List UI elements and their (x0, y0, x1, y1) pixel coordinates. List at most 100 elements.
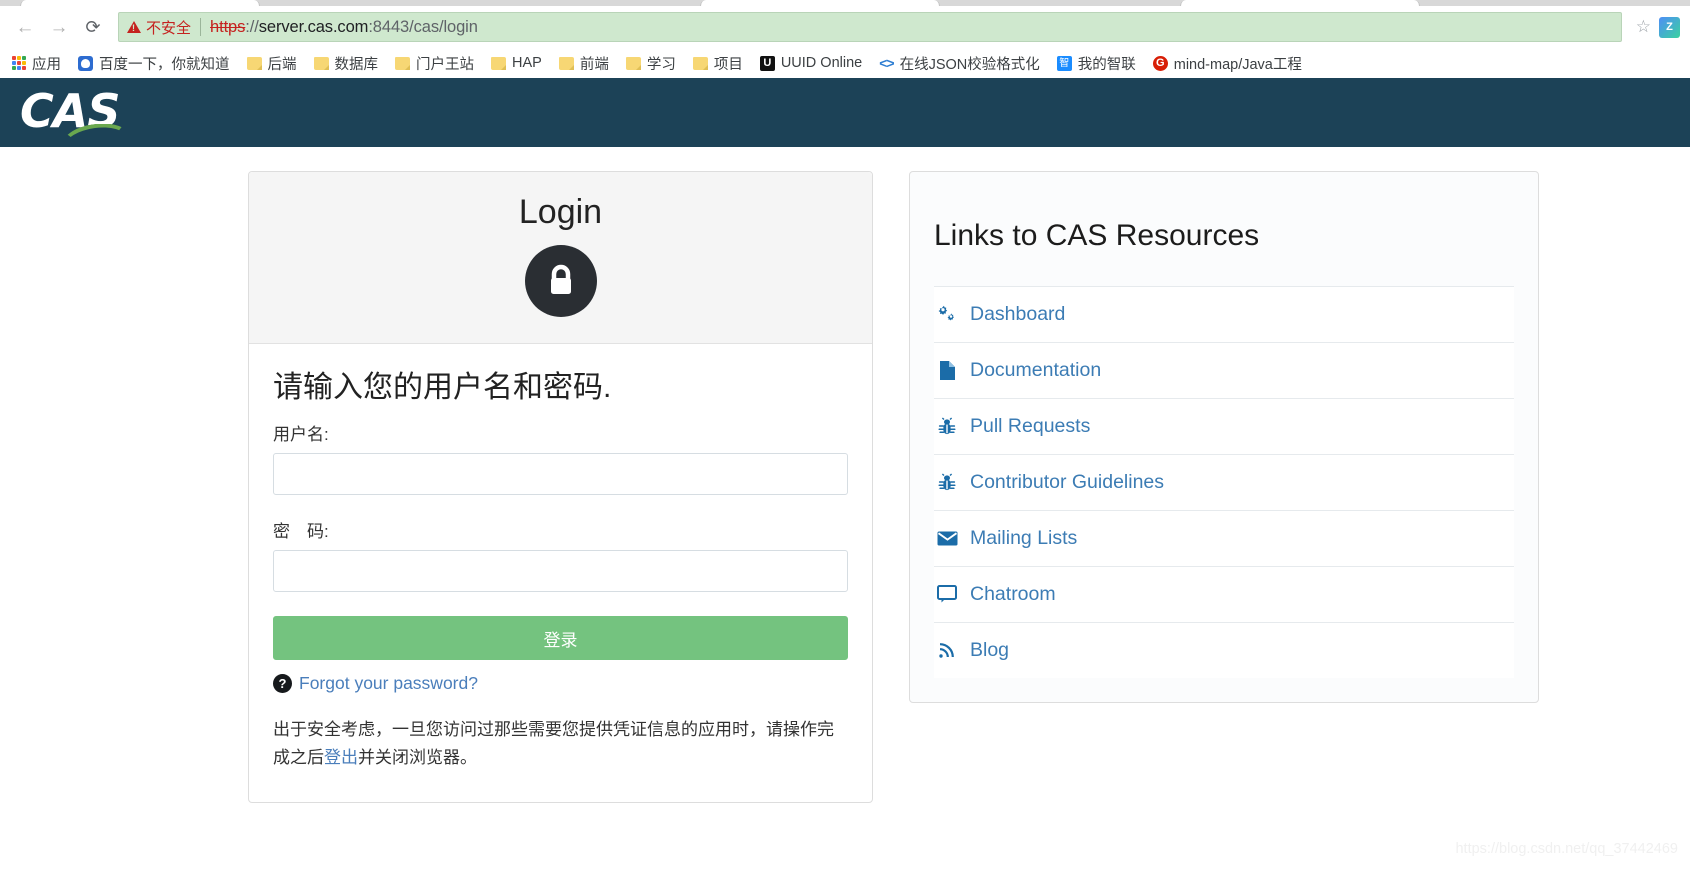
form-heading: 请输入您的用户名和密码. (273, 371, 612, 405)
bookmark-folder-database[interactable]: 数据库 (313, 53, 379, 74)
resource-item-documentation[interactable]: Documentation (934, 341, 1514, 398)
bookmark-zhilian[interactable]: 智 我的智联 (1056, 53, 1136, 74)
reload-icon[interactable]: ⟳ (78, 12, 108, 42)
watermark: https://blog.csdn.net/qq_37442469 (1455, 841, 1678, 857)
zhilian-icon: 智 (1056, 55, 1072, 71)
resource-item-contributor-guidelines[interactable]: Contributor Guidelines (934, 453, 1514, 510)
bookmark-label: 项目 (713, 56, 743, 73)
bookmark-folder-backend[interactable]: 后端 (246, 53, 297, 74)
resources-list: Dashboard Documentation Pull Requests Co… (910, 285, 1538, 702)
resource-label: Mailing Lists (970, 526, 1078, 549)
bookmark-uuid-online[interactable]: U UUID Online (759, 55, 863, 71)
security-notice: 出于安全考虑，一旦您访问过那些需要您提供凭证信息的应用时，请操作完成之后登出并关… (273, 716, 848, 772)
url-host: server.cas.com (258, 17, 369, 36)
bookmark-folder-portal[interactable]: 门户王站 (395, 53, 474, 74)
browser-chrome: ← → ⟳ 不安全 https://server.cas.com:8443/ca… (0, 0, 1690, 78)
bookmark-folder-project[interactable]: 项目 (692, 53, 743, 74)
warning-triangle-icon (127, 21, 141, 33)
insecure-indicator[interactable]: 不安全 (127, 17, 191, 38)
envelope-icon (936, 531, 958, 546)
forgot-password-link[interactable]: Forgot your password? (299, 673, 478, 694)
cas-logo[interactable]: CAS (20, 88, 120, 138)
forgot-password-row[interactable]: ? Forgot your password? (273, 673, 848, 694)
bookmark-star-icon[interactable]: ☆ (1636, 17, 1651, 37)
folder-icon (625, 56, 641, 70)
file-icon (936, 360, 958, 380)
browser-toolbar: ← → ⟳ 不安全 https://server.cas.com:8443/ca… (0, 6, 1690, 48)
resource-item-blog[interactable]: Blog (934, 621, 1514, 678)
url-path: :8443/cas/login (368, 17, 478, 36)
resource-item-chatroom[interactable]: Chatroom (934, 565, 1514, 622)
folder-icon (246, 56, 262, 70)
folder-icon (491, 56, 506, 70)
folder-icon (395, 56, 410, 70)
address-bar[interactable]: 不安全 https://server.cas.com:8443/cas/logi… (118, 12, 1622, 42)
bookmark-label: mind-map/Java工程 (1173, 56, 1302, 73)
bookmark-folder-study[interactable]: 学习 (625, 53, 676, 74)
json-code-icon: <> (879, 55, 894, 71)
gitee-icon: G (1152, 55, 1168, 71)
insecure-label: 不安全 (146, 19, 192, 37)
bug-icon (936, 473, 958, 492)
browser-tab[interactable] (20, 0, 260, 6)
resource-item-mailing-lists[interactable]: Mailing Lists (934, 509, 1514, 566)
bookmark-label: 后端 (267, 56, 297, 73)
omnibox-divider (200, 18, 202, 36)
login-card-header: Login (249, 172, 872, 345)
bookmark-json-validator[interactable]: <> 在线JSON校验格式化 (879, 53, 1040, 74)
folder-icon (692, 56, 708, 70)
bookmark-label: 百度一下，你就知道 (99, 56, 230, 73)
login-card: Login 请输入您的用户名和密码. 用户名: 密 码: 登录 ? Forgot… (248, 171, 873, 804)
bookmark-label: 应用 (32, 56, 61, 73)
resource-label: Chatroom (970, 582, 1056, 605)
password-input[interactable] (273, 550, 848, 593)
url-text: https://server.cas.com:8443/cas/login (210, 18, 478, 37)
resource-label: Dashboard (970, 302, 1066, 325)
bookmark-mindmap[interactable]: G mind-map/Java工程 (1152, 53, 1302, 74)
back-icon[interactable]: ← (10, 12, 40, 42)
bookmark-label: 我的智联 (1077, 56, 1136, 73)
page-title: Login (518, 193, 603, 231)
resources-card: Links to CAS Resources Dashboard Documen… (909, 171, 1539, 703)
username-label: 用户名: (273, 425, 329, 445)
tab-strip[interactable] (0, 0, 1690, 6)
forward-icon[interactable]: → (44, 12, 74, 42)
url-scheme: https (210, 17, 246, 36)
bookmark-label: UUID Online (780, 55, 863, 71)
login-submit-button[interactable]: 登录 (273, 616, 848, 661)
resource-item-dashboard[interactable]: Dashboard (934, 285, 1514, 342)
lock-icon (524, 245, 597, 318)
password-label: 密 码: (273, 522, 329, 542)
resource-label: Pull Requests (970, 414, 1091, 437)
folder-icon (558, 56, 574, 70)
bookmark-label: 前端 (579, 56, 609, 73)
login-form: 请输入您的用户名和密码. 用户名: 密 码: 登录 ? Forgot your … (249, 344, 872, 802)
bookmark-folder-frontend[interactable]: 前端 (558, 53, 609, 74)
bookmark-label: HAP (512, 55, 542, 71)
bookmark-folder-hap[interactable]: HAP (491, 55, 542, 71)
resources-title: Links to CAS Resources (934, 218, 1260, 252)
bookmark-label: 门户王站 (416, 56, 474, 73)
resource-label: Documentation (970, 358, 1102, 381)
bookmark-baidu[interactable]: 百度一下，你就知道 (78, 53, 230, 74)
baidu-icon (78, 55, 93, 71)
uuid-icon: U (759, 55, 775, 71)
bookmark-label: 在线JSON校验格式化 (899, 56, 1040, 73)
resource-label: Contributor Guidelines (970, 470, 1165, 493)
cas-content: Login 请输入您的用户名和密码. 用户名: 密 码: 登录 ? Forgot… (0, 147, 1690, 804)
username-input[interactable] (273, 453, 848, 496)
cas-swoosh-icon (62, 124, 122, 138)
bookmark-label: 数据库 (334, 56, 379, 73)
bookmarks-bar: 应用 百度一下，你就知道 后端 数据库 门户王站 HAP 前端 学习 项目 U … (0, 48, 1690, 78)
browser-tab[interactable] (700, 0, 940, 6)
bug-icon (936, 417, 958, 436)
resource-item-pull-requests[interactable]: Pull Requests (934, 397, 1514, 454)
resource-label: Blog (970, 638, 1010, 661)
logout-link[interactable]: 登出 (324, 748, 358, 767)
folder-icon (313, 56, 329, 70)
comment-icon (936, 585, 958, 603)
cogs-icon (936, 305, 958, 323)
browser-tab[interactable] (1180, 0, 1420, 6)
bookmark-apps[interactable]: 应用 (12, 53, 61, 74)
extension-icon[interactable]: Z (1659, 16, 1680, 38)
